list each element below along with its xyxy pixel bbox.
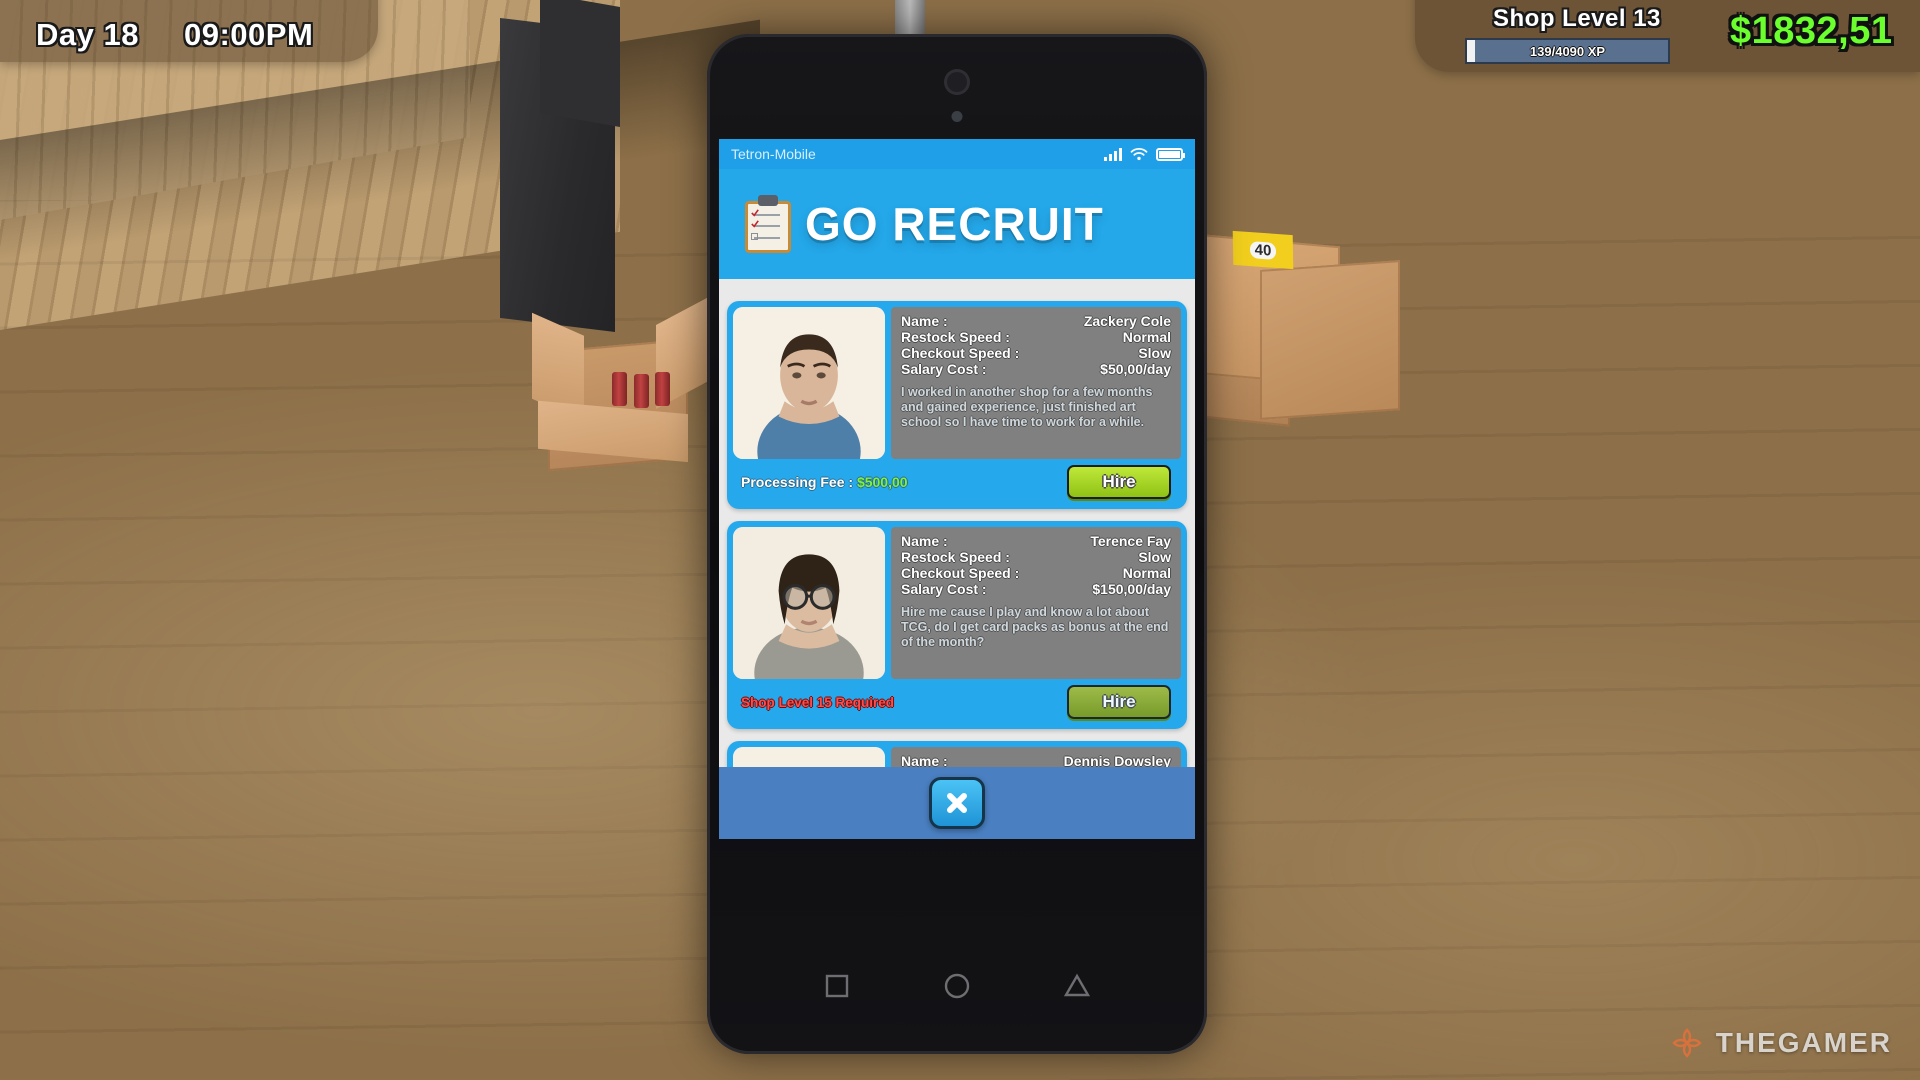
app-header: GO RECRUIT (719, 169, 1195, 279)
circle-home-icon[interactable] (942, 971, 972, 1001)
close-x-icon (947, 793, 967, 813)
signal-bars-icon (1104, 147, 1122, 161)
candidate-bio: I worked in another shop for a few month… (901, 385, 1153, 429)
square-recents-icon[interactable] (822, 971, 852, 1001)
clover-icon (1672, 1028, 1702, 1058)
phone-navigation-bar (707, 942, 1207, 1030)
candidate-name: Terence Fay (1090, 533, 1171, 549)
candidate-portrait (733, 307, 885, 459)
recruit-candidate-list[interactable]: Name : Zackery Cole Restock Speed : Norm… (719, 291, 1195, 839)
xp-value-label: 139/4090 XP (1529, 43, 1606, 59)
processing-fee-label: Processing Fee : (741, 474, 854, 490)
page-title: GO RECRUIT (805, 198, 1104, 250)
candidate-card[interactable]: Name : Zackery Cole Restock Speed : Norm… (727, 301, 1187, 509)
watermark: THEGAMER (1670, 1026, 1892, 1060)
stat-label-checkout: Checkout Speed : (901, 565, 1020, 581)
stat-label-salary: Salary Cost : (901, 581, 987, 597)
candidate-bio: Hire me cause I play and know a lot abou… (901, 605, 1169, 649)
clock-time: 09:00PM (184, 17, 314, 52)
stat-label-name: Name : (901, 533, 948, 549)
hire-button[interactable]: Hire (1067, 465, 1171, 499)
game-scene: 40 Day 18 09:00PM Shop Level 13 139/4090… (0, 0, 1920, 1080)
stat-label-name: Name : (901, 313, 948, 329)
box-label-text: 40 (1249, 240, 1277, 260)
level-requirement-label: Shop Level 15 Required (741, 694, 895, 710)
cans-in-box (612, 372, 672, 412)
candidate-salary: $50,00/day (1100, 361, 1171, 377)
battery-full-icon (1156, 147, 1185, 161)
candidate-checkout-speed: Normal (1122, 565, 1171, 581)
stat-label-checkout: Checkout Speed : (901, 345, 1020, 361)
processing-fee-amount: $500,00 (856, 474, 908, 490)
candidate-salary: $150,00/day (1092, 581, 1171, 597)
phone-speaker (944, 69, 970, 122)
candidate-restock-speed: Normal (1122, 329, 1171, 345)
in-game-phone: Tetron-Mobile GO RECRUIT Name: Zackery … (707, 34, 1207, 1054)
phone-camera (951, 111, 963, 122)
shop-level-label: Shop Level 13 (1493, 5, 1661, 32)
money-balance: $1832,51 (1730, 10, 1893, 52)
candidate-checkout-speed: Slow (1138, 345, 1171, 361)
candidate-stats: Name : Terence Fay Restock Speed : Slow … (891, 527, 1181, 679)
processing-fee-row: Processing Fee : $500,00 (741, 474, 908, 490)
day-counter: Day 18 (36, 17, 139, 52)
phone-status-bar: Tetron-Mobile (719, 139, 1195, 169)
candidate-name: Zackery Cole (1083, 313, 1171, 329)
xp-progress-bar: 139/4090 XP (1465, 38, 1670, 64)
box-label: 40 (1232, 230, 1294, 270)
stat-label-restock: Restock Speed : (901, 329, 1010, 345)
wifi-icon (1130, 147, 1148, 161)
phone-screen: Tetron-Mobile GO RECRUIT Name: Zackery … (719, 139, 1195, 839)
candidate-restock-speed: Slow (1138, 549, 1171, 565)
clipboard-icon (745, 195, 791, 253)
carrier-label: Tetron-Mobile (731, 146, 816, 162)
hire-button[interactable]: Hire (1067, 685, 1171, 719)
shop-fixture-top (540, 0, 620, 128)
xp-progress-fill (1467, 40, 1476, 62)
candidate-card[interactable]: Name : Terence Fay Restock Speed : Slow … (727, 521, 1187, 729)
close-bar (719, 767, 1195, 839)
cardboard-box-right (1260, 260, 1400, 420)
stat-label-restock: Restock Speed : (901, 549, 1010, 565)
stat-label-salary: Salary Cost : (901, 361, 987, 377)
triangle-back-icon[interactable] (1062, 971, 1092, 1001)
candidate-stats: Name : Zackery Cole Restock Speed : Norm… (891, 307, 1181, 459)
close-button[interactable] (929, 777, 985, 829)
candidate-portrait (733, 527, 885, 679)
watermark-text: THEGAMER (1715, 1027, 1892, 1058)
